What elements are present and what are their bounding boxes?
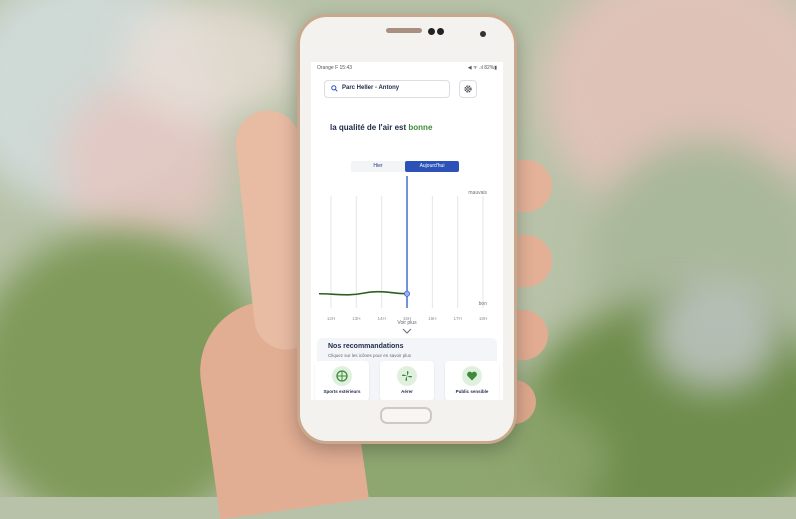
tab-aujourdhui[interactable]: Aujourd'hui xyxy=(405,161,459,172)
settings-button[interactable] xyxy=(459,80,477,98)
carrier-time: Orange F 15:43 xyxy=(317,65,353,71)
location-label: Parc Heller - Antony xyxy=(342,85,400,91)
search-icon xyxy=(331,85,338,92)
phone-screen: Orange F 15:43 ◀ ᯤ .ıl 82%▮ Parc Heller … xyxy=(311,62,503,400)
earpiece-speaker xyxy=(386,28,422,33)
air-quality-chart: 12H 13H 14H 15H 16H 17H 18Hmauvaisbon xyxy=(318,176,488,321)
status-icons: ◀ ᯤ .ıl 82%▮ xyxy=(467,65,497,71)
reco-card-public[interactable]: Public sensible xyxy=(445,361,499,400)
quality-status: bonne xyxy=(408,123,433,132)
location-selector[interactable]: Parc Heller - Antony xyxy=(324,80,450,98)
ball-icon xyxy=(336,370,348,382)
status-bar: Orange F 15:43 ◀ ᯤ .ıl 82%▮ xyxy=(311,62,503,72)
reco-label: Aérer xyxy=(401,389,413,394)
tab-hier[interactable]: Hier xyxy=(351,161,405,172)
chevron-down-icon[interactable] xyxy=(402,328,412,334)
recommendations-title: Nos recommandations xyxy=(328,343,404,350)
see-more-link[interactable]: Voir plus xyxy=(311,320,503,326)
proximity-sensor xyxy=(480,31,486,37)
smartphone: Orange F 15:43 ◀ ᯤ .ıl 82%▮ Parc Heller … xyxy=(297,14,517,444)
fan-icon xyxy=(402,371,412,381)
reco-card-aerer[interactable]: Aérer xyxy=(380,361,434,400)
air-quality-headline: la qualité de l'air est bonne xyxy=(330,123,432,132)
gear-icon xyxy=(464,85,472,93)
sensor xyxy=(437,28,444,35)
recommendations-subtitle: Cliquez sur les icônes pour en savoir pl… xyxy=(328,353,412,358)
label-good: bon xyxy=(479,301,488,307)
series-line xyxy=(318,290,408,296)
home-button[interactable] xyxy=(380,407,432,424)
recommendations-panel: Nos recommandations Cliquez sur les icôn… xyxy=(315,338,499,400)
front-camera xyxy=(428,28,435,35)
reco-label: Sports extérieurs xyxy=(323,389,361,394)
label-bad: mauvais xyxy=(468,190,487,196)
day-toggle[interactable]: Hier Aujourd'hui xyxy=(351,161,459,172)
current-value-point xyxy=(404,290,411,297)
headline-prefix: la qualité de l'air est xyxy=(330,123,407,132)
reco-card-sports[interactable]: Sports extérieurs xyxy=(315,361,369,400)
reco-label: Public sensible xyxy=(455,389,489,394)
heart-icon xyxy=(467,371,477,381)
